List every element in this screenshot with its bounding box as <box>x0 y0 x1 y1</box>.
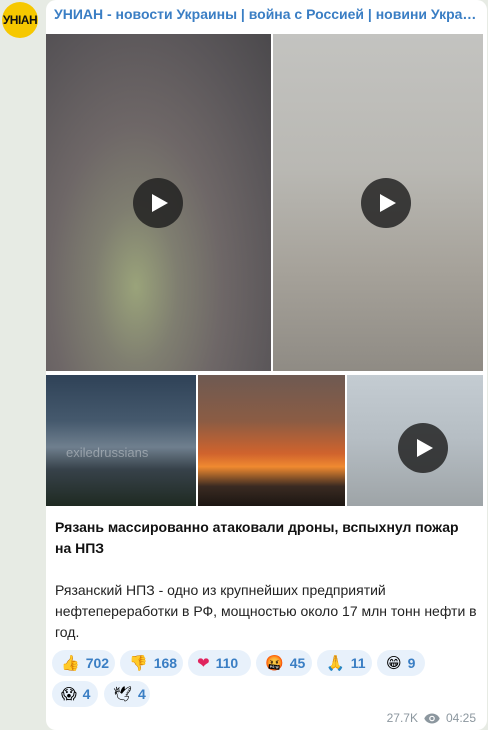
reaction-dove[interactable]: 🕊 4 <box>104 681 150 707</box>
watermark-text: exiledrussians <box>66 445 149 460</box>
reaction-folded-hands[interactable]: 🙏 11 <box>317 650 372 676</box>
post-headline: Рязань массированно атаковали дроны, всп… <box>55 519 459 556</box>
reaction-count: 702 <box>85 655 110 671</box>
reaction-count: 9 <box>407 655 416 671</box>
thumbs-up-icon: 👍 <box>61 654 80 672</box>
scream-icon: 😱 <box>61 685 77 703</box>
reaction-heart[interactable]: ❤ 110 <box>188 650 251 676</box>
reaction-thumbs-down[interactable]: 👎 168 <box>120 650 183 676</box>
dove-icon: 🕊 <box>113 685 133 703</box>
channel-title[interactable]: УНИАН - новости Украины | война с Россие… <box>54 6 479 22</box>
angry-face-icon: 🤬 <box>265 654 284 672</box>
play-icon <box>380 194 396 212</box>
channel-avatar[interactable]: УНІАН <box>2 2 38 38</box>
reaction-thumbs-up[interactable]: 👍 702 <box>52 650 115 676</box>
video-thumbnail-3[interactable] <box>347 375 483 506</box>
eye-icon <box>424 713 440 723</box>
reaction-count: 110 <box>215 655 239 671</box>
video-thumbnail-1[interactable] <box>46 34 271 371</box>
grin-icon: 😁 <box>386 654 402 672</box>
reaction-scream[interactable]: 😱 4 <box>52 681 98 707</box>
reaction-grin[interactable]: 😁 9 <box>377 650 425 676</box>
reaction-count: 11 <box>350 655 366 671</box>
video-thumbnail-2[interactable] <box>273 34 483 371</box>
thumbs-down-icon: 👎 <box>129 654 148 672</box>
view-count: 27.7K <box>386 711 418 725</box>
message-meta: 27.7K 04:25 <box>387 711 476 725</box>
play-icon <box>152 194 168 212</box>
reaction-count: 168 <box>153 655 178 671</box>
timestamp: 04:25 <box>445 711 476 725</box>
reaction-count: 4 <box>138 686 146 702</box>
reaction-count: 45 <box>289 655 306 671</box>
reaction-angry[interactable]: 🤬 45 <box>256 650 312 676</box>
folded-hands-icon: 🙏 <box>326 654 345 672</box>
play-button[interactable] <box>361 178 411 228</box>
play-button[interactable] <box>398 423 448 473</box>
play-icon <box>417 439 433 457</box>
post-body: Рязанский НПЗ - одно из крупнейших предп… <box>55 582 477 640</box>
photo-thumbnail-storm[interactable]: exiledrussians <box>46 375 196 506</box>
reaction-count: 4 <box>82 686 91 702</box>
play-button[interactable] <box>133 178 183 228</box>
heart-icon: ❤ <box>197 654 210 672</box>
photo-thumbnail-fire[interactable] <box>198 375 345 506</box>
